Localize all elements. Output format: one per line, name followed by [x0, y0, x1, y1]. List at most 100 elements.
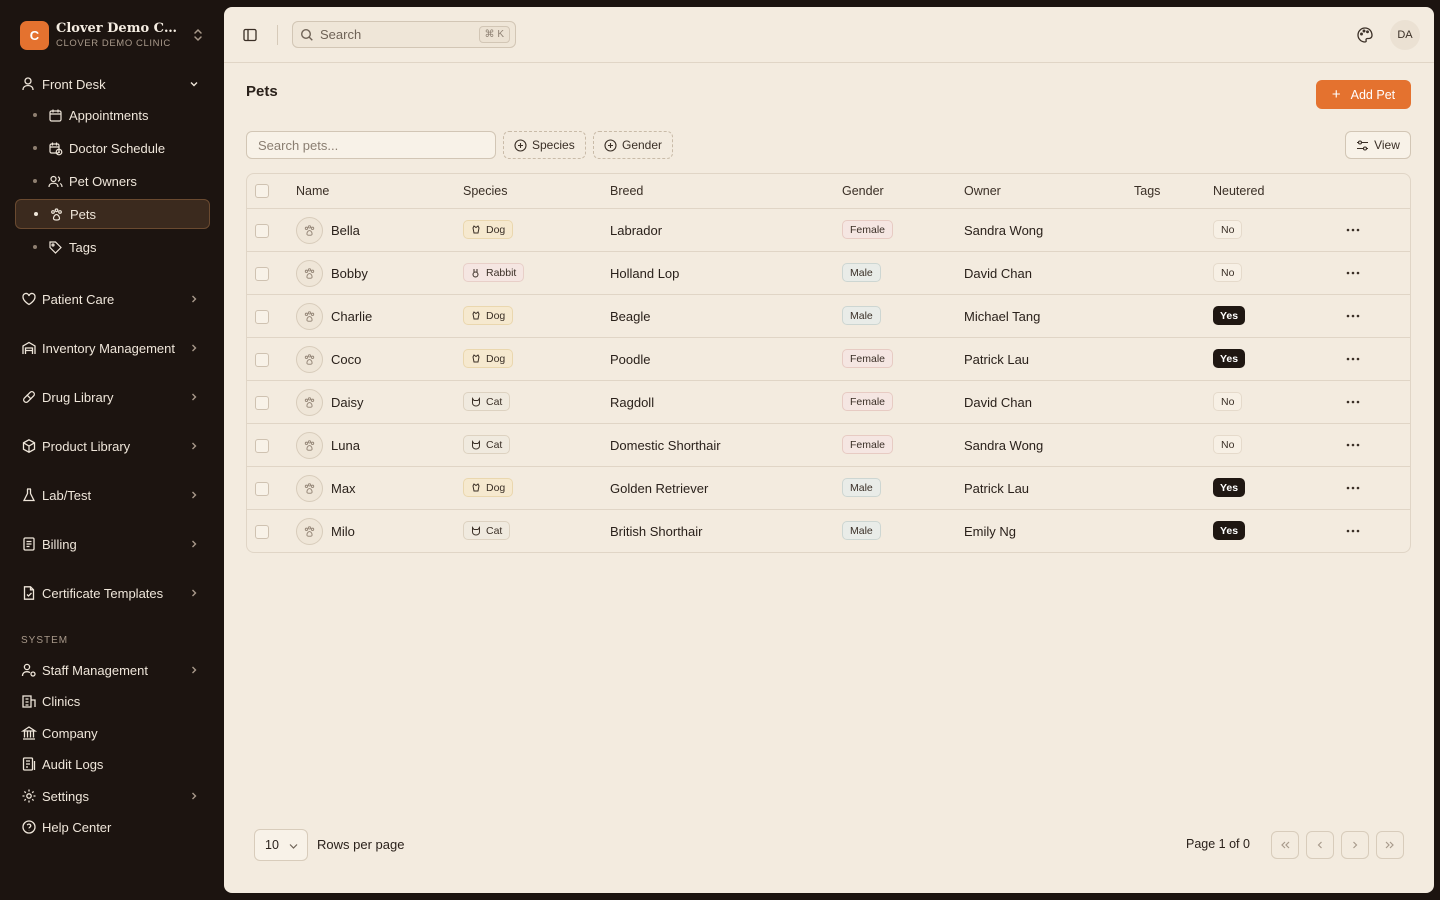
- nav-staff-management[interactable]: Staff Management: [15, 655, 210, 685]
- pet-name[interactable]: Max: [331, 481, 356, 496]
- gender-badge: Male: [842, 306, 881, 325]
- first-page-button[interactable]: [1271, 831, 1299, 859]
- more-horizontal-icon: [1345, 525, 1361, 537]
- package-icon: [21, 438, 37, 454]
- rows-per-page-select[interactable]: 10: [254, 829, 308, 861]
- chevron-right-icon: [188, 587, 200, 599]
- table-row[interactable]: Coco Dog Poodle Female Patrick Lau Yes: [247, 338, 1410, 381]
- row-actions-button[interactable]: [1345, 267, 1361, 279]
- nav-audit-logs[interactable]: Audit Logs: [15, 749, 210, 779]
- pet-name[interactable]: Luna: [331, 438, 360, 453]
- table-row[interactable]: Luna Cat Domestic Shorthair Female Sandra Wo…: [247, 424, 1410, 467]
- species-filter-button[interactable]: Species: [503, 131, 586, 159]
- pet-name[interactable]: Bobby: [331, 266, 368, 281]
- row-checkbox[interactable]: [255, 310, 269, 324]
- column-header-neutered[interactable]: Neutered: [1213, 184, 1264, 198]
- nav-billing[interactable]: Billing: [15, 529, 210, 559]
- row-actions-button[interactable]: [1345, 525, 1361, 537]
- table-row[interactable]: Daisy Cat Ragdoll Female David Chan No: [247, 381, 1410, 424]
- species-badge: Rabbit: [463, 263, 525, 282]
- row-checkbox[interactable]: [255, 396, 269, 410]
- nav-inventory-management[interactable]: Inventory Management: [15, 333, 210, 363]
- nav-product-library[interactable]: Product Library: [15, 431, 210, 461]
- column-header-species[interactable]: Species: [463, 184, 507, 198]
- row-checkbox[interactable]: [255, 267, 269, 281]
- gender-badge: Male: [842, 263, 881, 282]
- row-checkbox[interactable]: [255, 224, 269, 238]
- row-actions-button[interactable]: [1345, 396, 1361, 408]
- nav-company[interactable]: Company: [15, 718, 210, 748]
- sidebar-toggle-button[interactable]: [238, 23, 262, 47]
- sidebar-item-tags[interactable]: Tags: [15, 232, 210, 262]
- column-header-breed[interactable]: Breed: [610, 184, 643, 198]
- row-actions-button[interactable]: [1345, 482, 1361, 494]
- add-pet-label: Add Pet: [1350, 87, 1396, 102]
- table-row[interactable]: Charlie Dog Beagle Male Michael Tang Yes: [247, 295, 1410, 338]
- clinic-switcher[interactable]: C Clover Demo Clinic CLOVER DEMO CLINIC: [20, 20, 210, 50]
- chevron-right-icon: [188, 790, 200, 802]
- plus-circle-icon: [604, 138, 617, 152]
- select-all-checkbox[interactable]: [255, 184, 269, 198]
- last-page-button[interactable]: [1376, 831, 1404, 859]
- pet-name[interactable]: Coco: [331, 352, 361, 367]
- more-horizontal-icon: [1345, 353, 1361, 365]
- row-actions-button[interactable]: [1345, 439, 1361, 451]
- more-horizontal-icon: [1345, 310, 1361, 322]
- nav-lab-test[interactable]: Lab/Test: [15, 480, 210, 510]
- nav-front-desk[interactable]: Front Desk: [15, 69, 210, 99]
- add-pet-button[interactable]: + Add Pet: [1316, 80, 1411, 109]
- logs-icon: [21, 756, 37, 772]
- nav-drug-library[interactable]: Drug Library: [15, 382, 210, 412]
- chevron-right-icon: [188, 538, 200, 550]
- chevron-right-icon: [1349, 839, 1361, 851]
- gender-filter-button[interactable]: Gender: [593, 131, 674, 159]
- row-checkbox[interactable]: [255, 525, 269, 539]
- column-header-owner[interactable]: Owner: [964, 184, 1001, 198]
- global-search[interactable]: Search ⌘ K: [292, 21, 516, 48]
- next-page-button[interactable]: [1341, 831, 1369, 859]
- page-indicator: Page 1 of 0: [1186, 837, 1250, 851]
- owner-cell: Sandra Wong: [964, 223, 1044, 238]
- row-checkbox[interactable]: [255, 353, 269, 367]
- receipt-icon: [21, 536, 37, 552]
- row-actions-button[interactable]: [1345, 310, 1361, 322]
- nav-help-center[interactable]: Help Center: [15, 812, 210, 842]
- column-header-gender[interactable]: Gender: [842, 184, 884, 198]
- user-avatar[interactable]: DA: [1390, 20, 1420, 50]
- palette-icon[interactable]: [1356, 26, 1374, 44]
- table-row[interactable]: Milo Cat British Shorthair Male Emily Ng Yes: [247, 510, 1410, 552]
- pet-name[interactable]: Milo: [331, 524, 355, 539]
- table-row[interactable]: Bobby Rabbit Holland Lop Male David Chan No: [247, 252, 1410, 295]
- view-options-button[interactable]: View: [1345, 131, 1411, 159]
- sidebar-item-appointments[interactable]: Appointments: [15, 100, 210, 130]
- pet-name[interactable]: Bella: [331, 223, 360, 238]
- help-icon: [21, 819, 37, 835]
- pet-search-input[interactable]: Search pets...: [246, 131, 496, 159]
- plus-icon: +: [1331, 86, 1341, 103]
- nav-certificate-templates[interactable]: Certificate Templates: [15, 578, 210, 608]
- breed-cell: Beagle: [610, 309, 651, 324]
- sidebar-item-doctor-schedule[interactable]: Doctor Schedule: [15, 133, 210, 163]
- row-checkbox[interactable]: [255, 439, 269, 453]
- users-cog-icon: [21, 662, 37, 678]
- sidebar-item-pet-owners[interactable]: Pet Owners: [15, 166, 210, 196]
- pet-name[interactable]: Charlie: [331, 309, 372, 324]
- more-horizontal-icon: [1345, 224, 1361, 236]
- table-row[interactable]: Bella Dog Labrador Female Sandra Wong No: [247, 209, 1410, 252]
- pet-name[interactable]: Daisy: [331, 395, 364, 410]
- nav-label: Drug Library: [42, 389, 114, 405]
- flask-icon: [21, 487, 37, 503]
- gender-badge: Female: [842, 392, 894, 411]
- table-row[interactable]: Max Dog Golden Retriever Male Patrick Lau Yes: [247, 467, 1410, 510]
- row-actions-button[interactable]: [1345, 353, 1361, 365]
- chevron-left-icon: [1314, 839, 1326, 851]
- nav-clinics[interactable]: Clinics: [15, 686, 210, 716]
- row-actions-button[interactable]: [1345, 224, 1361, 236]
- nav-settings[interactable]: Settings: [15, 781, 210, 811]
- neutered-badge: Yes: [1213, 478, 1246, 497]
- sidebar-item-pets[interactable]: Pets: [15, 199, 210, 229]
- column-header-name[interactable]: Name: [296, 184, 329, 198]
- row-checkbox[interactable]: [255, 482, 269, 496]
- previous-page-button[interactable]: [1306, 831, 1334, 859]
- nav-patient-care[interactable]: Patient Care: [15, 284, 210, 314]
